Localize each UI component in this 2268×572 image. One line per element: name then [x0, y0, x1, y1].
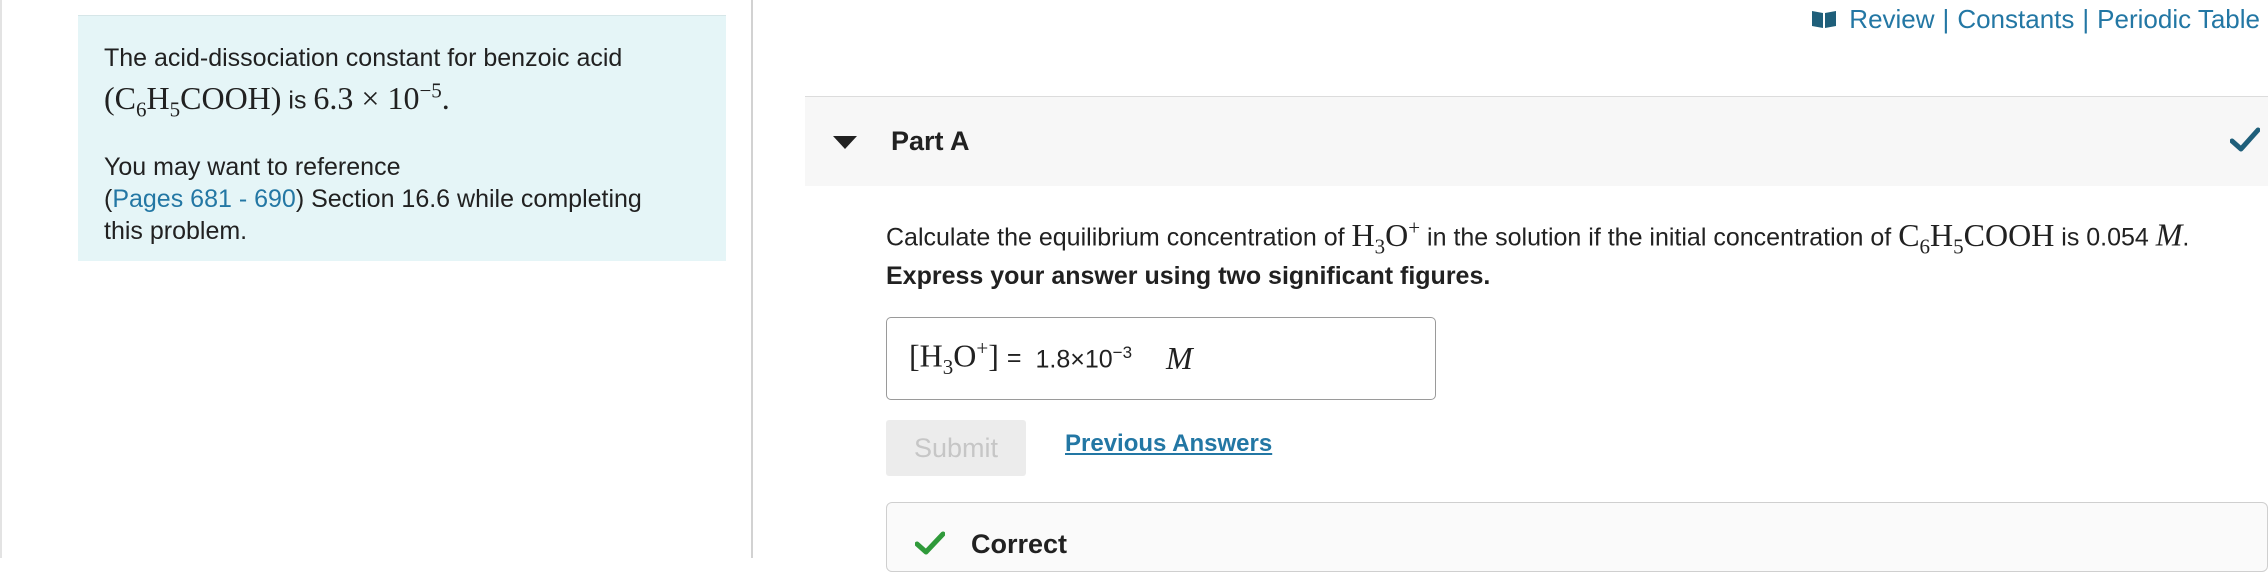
- feedback-box: Correct: [886, 502, 2268, 572]
- question-text: Calculate the equilibrium concentration …: [886, 215, 2190, 259]
- left-border: [0, 0, 2, 558]
- correct-check-icon: [915, 531, 945, 555]
- info-line1: The acid-dissociation constant for benzo…: [104, 44, 623, 72]
- info-text: The acid-dissociation constant for benzo…: [104, 42, 700, 125]
- separator: |: [2082, 4, 2090, 34]
- pages-link[interactable]: Pages 681 - 690: [112, 185, 295, 213]
- answer-value: 1.8×10−3: [1035, 342, 1133, 374]
- previous-answers-link[interactable]: Previous Answers: [1065, 430, 1272, 458]
- book-icon: [1812, 11, 1837, 28]
- benzoic-acid-formula: C6H5COOH: [1898, 216, 2055, 259]
- is-text: is: [281, 86, 314, 115]
- part-a-header[interactable]: Part A: [805, 96, 2268, 186]
- column-divider: [751, 0, 753, 558]
- constants-link[interactable]: Constants: [1957, 3, 2074, 35]
- benzoic-formula: (C6H5COOH): [104, 79, 282, 122]
- equals-sign: =: [1006, 344, 1022, 372]
- instruction-text: Express your answer using two significan…: [886, 262, 1491, 290]
- separator: |: [1942, 4, 1950, 34]
- periodic-table-link[interactable]: Periodic Table: [2097, 3, 2260, 35]
- h3o-formula: H3O+: [1351, 215, 1421, 259]
- part-title: Part A: [891, 126, 970, 156]
- info-panel: The acid-dissociation constant for benzo…: [78, 15, 726, 261]
- reference-text: You may want to reference (Pages 681 - 6…: [104, 153, 642, 246]
- answer-lhs: [H3O+]: [909, 336, 999, 380]
- feedback-label: Correct: [971, 529, 1068, 559]
- review-link[interactable]: Review: [1849, 3, 1934, 35]
- answer-unit: M: [1166, 340, 1193, 376]
- answer-field[interactable]: [H3O+] = 1.8×10−3 M: [886, 317, 1436, 400]
- resource-links: Review | Constants | Periodic Table: [1811, 3, 2260, 35]
- submit-button[interactable]: Submit: [886, 420, 1026, 476]
- molar-unit: M: [2155, 216, 2183, 253]
- dissociation-constant: 6.3 × 10−5.: [313, 78, 450, 116]
- caret-down-icon[interactable]: [833, 136, 857, 149]
- checkmark-icon: [2230, 127, 2260, 152]
